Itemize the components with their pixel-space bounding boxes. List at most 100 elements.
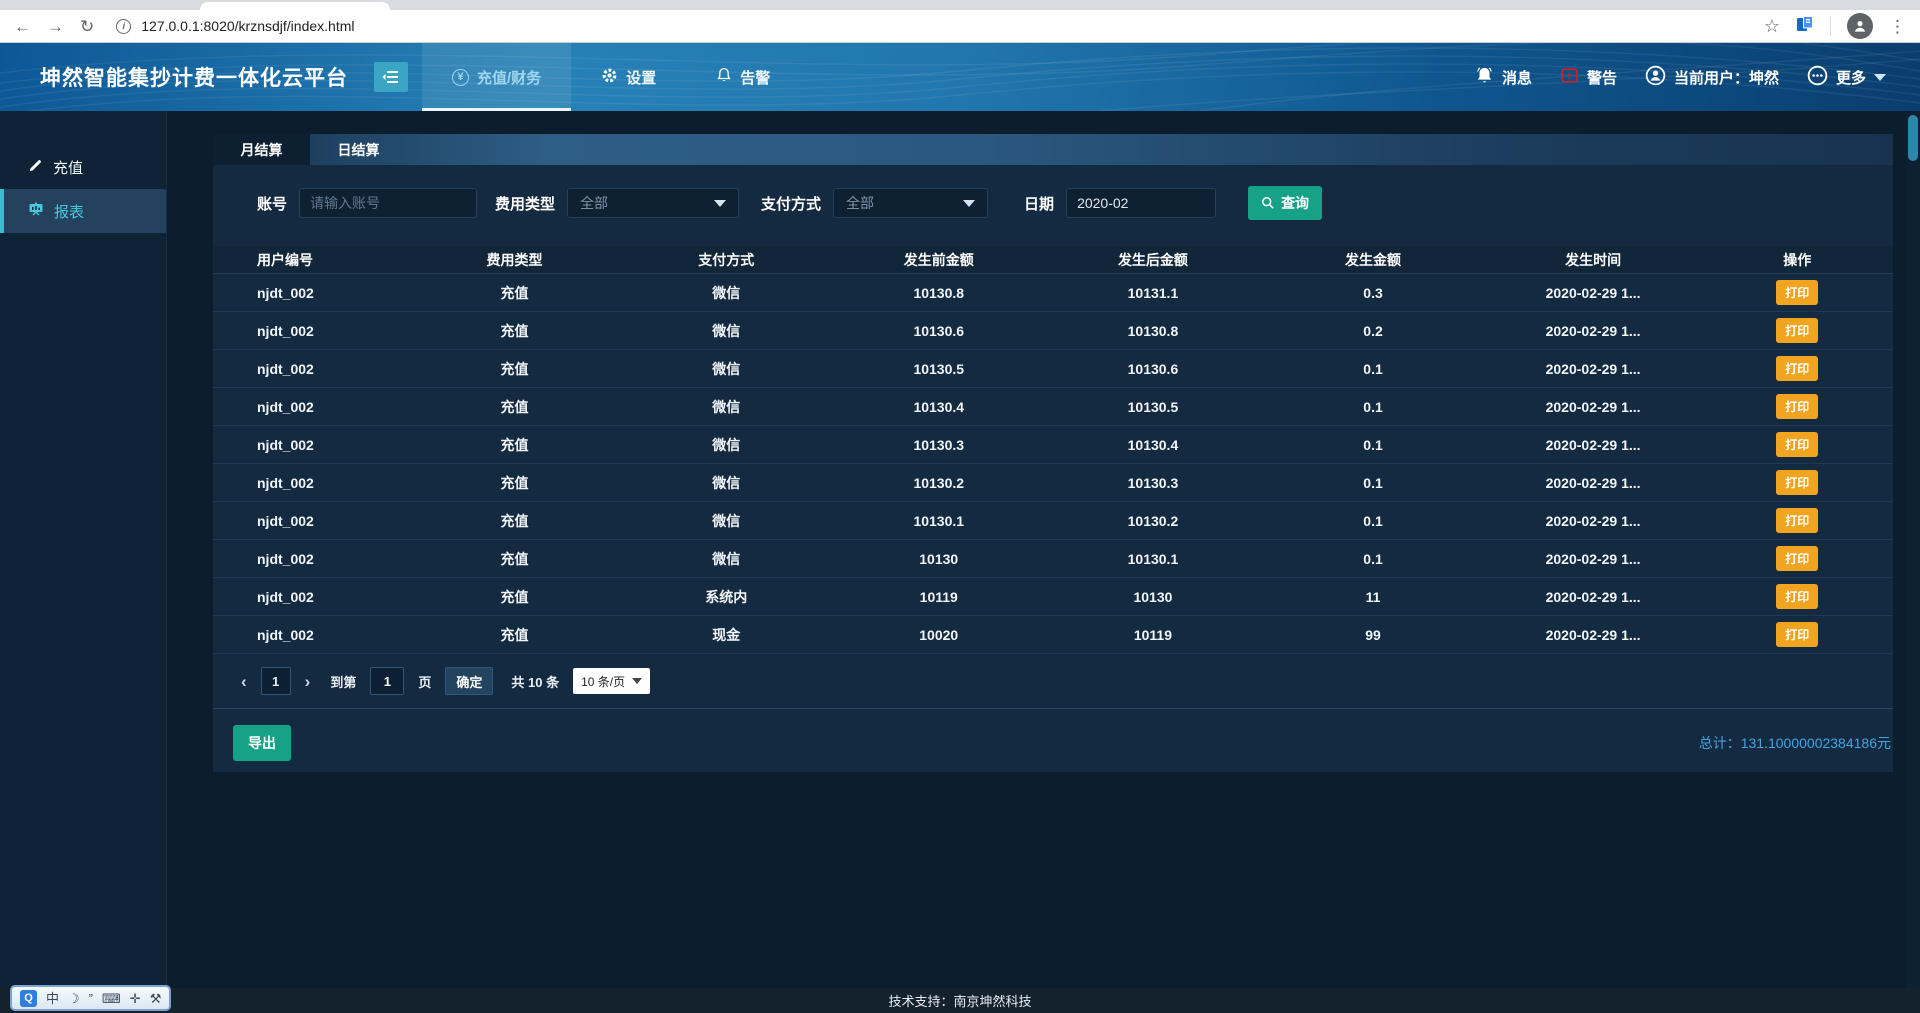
url-text: 127.0.0.1:8020/krznsdjf/index.html [141,18,354,34]
print-button[interactable]: 打印 [1776,318,1818,343]
cell-time: 2020-02-29 1... [1485,323,1702,339]
account-label: 账号 [257,193,287,214]
ellipsis-circle-icon [1807,65,1828,90]
current-user-label: 当前用户：坤然 [1674,67,1779,88]
current-page-box[interactable]: 1 [261,667,291,695]
browser-profile-avatar[interactable] [1847,13,1873,39]
browser-menu-icon[interactable]: ⋮ [1889,18,1906,35]
print-button[interactable]: 打印 [1776,622,1818,647]
tab-monthly-settlement[interactable]: 月结算 [213,134,310,165]
print-button[interactable]: 打印 [1776,470,1818,495]
cell-amount-after: 10130.5 [1045,399,1262,415]
sidebar-item-reports[interactable]: 报表 [0,189,166,233]
ime-logo-icon[interactable]: Q [20,990,37,1007]
select-caret-icon [632,678,642,684]
user-circle-icon [1645,65,1666,90]
site-info-icon[interactable]: i [116,19,131,34]
cell-actions: 打印 [1701,622,1893,647]
next-page-icon[interactable]: › [305,673,311,690]
export-button[interactable]: 导出 [233,725,291,761]
cell-amount: 0.1 [1261,437,1484,453]
column-header: 发生时间 [1485,250,1702,270]
cell-time: 2020-02-29 1... [1485,589,1702,605]
table-row: njdt_002充值微信10130.510130.60.12020-02-29 … [213,350,1893,388]
print-button[interactable]: 打印 [1776,546,1818,571]
main-content: 月结算 日结算 账号 费用类型 全部 支付方式 全部 日期 [167,111,1906,988]
cell-fee-type: 充值 [410,587,620,607]
cell-account: njdt_002 [213,285,410,301]
search-icon [1261,196,1275,210]
tab-daily-settlement[interactable]: 日结算 [310,134,407,165]
cell-account: njdt_002 [213,361,410,377]
forward-icon[interactable]: → [47,18,64,35]
goto-page-input[interactable] [370,667,404,695]
cell-time: 2020-02-29 1... [1485,361,1702,377]
toolbar-divider [1830,16,1831,36]
table-header-row: 用户编号费用类型支付方式发生前金额发生后金额发生金额发生时间操作 [213,246,1893,274]
menu-fold-icon [382,69,400,85]
more-button[interactable]: 更多 [1807,65,1886,90]
ime-move-icon[interactable]: ✛ [130,992,141,1005]
cell-amount-after: 10130.4 [1045,437,1262,453]
extension-icon[interactable] [1796,15,1814,38]
ime-chinese-mode-icon[interactable]: 中 [46,992,59,1005]
cell-actions: 打印 [1701,280,1893,305]
back-icon[interactable]: ← [14,18,31,35]
cell-account: njdt_002 [213,627,410,643]
cell-fee-type: 充值 [410,549,620,569]
ime-keyboard-icon[interactable]: ⌨ [102,992,121,1005]
table-row: njdt_002充值微信10130.410130.50.12020-02-29 … [213,388,1893,426]
print-button[interactable]: 打印 [1776,584,1818,609]
goto-confirm-button[interactable]: 确定 [445,667,493,695]
date-input[interactable] [1066,188,1216,218]
cell-amount-before: 10130.6 [833,323,1045,339]
ime-punctuation-icon[interactable]: ” [89,992,93,1005]
ime-toolbar: Q中 ☽ ” ⌨ ✛ ⚒ [10,985,171,1011]
cell-actions: 打印 [1701,508,1893,533]
cell-account: njdt_002 [213,551,410,567]
pay-method-select[interactable]: 全部 [833,188,988,218]
cell-account: njdt_002 [213,589,410,605]
pay-method-label: 支付方式 [761,193,821,214]
browser-active-tab[interactable] [200,2,390,10]
print-button[interactable]: 打印 [1776,394,1818,419]
print-button[interactable]: 打印 [1776,280,1818,305]
screen: ← → ↻ i 127.0.0.1:8020/krznsdjf/index.ht… [0,0,1920,1013]
bell-solid-icon [1475,66,1494,89]
cell-amount-before: 10130.2 [833,475,1045,491]
print-button[interactable]: 打印 [1776,432,1818,457]
page-scrollbar[interactable] [1906,111,1920,1013]
scrollbar-thumb[interactable] [1908,115,1918,161]
alarm-red-icon [1560,66,1579,89]
page-size-select[interactable]: 10 条/页 [573,668,650,694]
alerts-button[interactable]: 警告 [1560,66,1617,89]
total-count-label: 共 10 条 [511,672,559,691]
nav-item-settings[interactable]: 设置 [571,43,686,111]
prev-page-icon[interactable]: ‹ [241,673,247,690]
nav-item-alarms[interactable]: 告警 [686,43,800,111]
pay-method-value: 全部 [846,193,874,213]
menu-fold-button[interactable] [374,62,408,92]
cell-fee-type: 充值 [410,625,620,645]
messages-button[interactable]: 消息 [1475,66,1532,89]
table-row: njdt_002充值微信10130.610130.80.22020-02-29 … [213,312,1893,350]
nav-item-recharge-finance[interactable]: ¥ 充值/财务 [422,43,571,111]
ime-wrench-icon[interactable]: ⚒ [150,992,162,1005]
cell-amount-after: 10130.6 [1045,361,1262,377]
cell-amount: 0.1 [1261,513,1484,529]
cell-amount-after: 10130.1 [1045,551,1262,567]
print-button[interactable]: 打印 [1776,508,1818,533]
account-input[interactable] [299,188,477,218]
column-header: 发生前金额 [833,250,1045,270]
reload-icon[interactable]: ↻ [80,18,94,35]
print-button[interactable]: 打印 [1776,356,1818,381]
address-bar[interactable]: i 127.0.0.1:8020/krznsdjf/index.html [110,13,1748,39]
select-caret-icon [963,200,975,207]
current-user-button[interactable]: 当前用户：坤然 [1645,65,1779,90]
fee-type-select[interactable]: 全部 [567,188,739,218]
search-button[interactable]: 查询 [1248,186,1322,220]
ime-moon-icon[interactable]: ☽ [68,992,80,1005]
cell-fee-type: 充值 [410,435,620,455]
bookmark-star-icon[interactable]: ☆ [1764,17,1780,35]
sidebar-item-recharge[interactable]: 充值 [0,145,166,189]
